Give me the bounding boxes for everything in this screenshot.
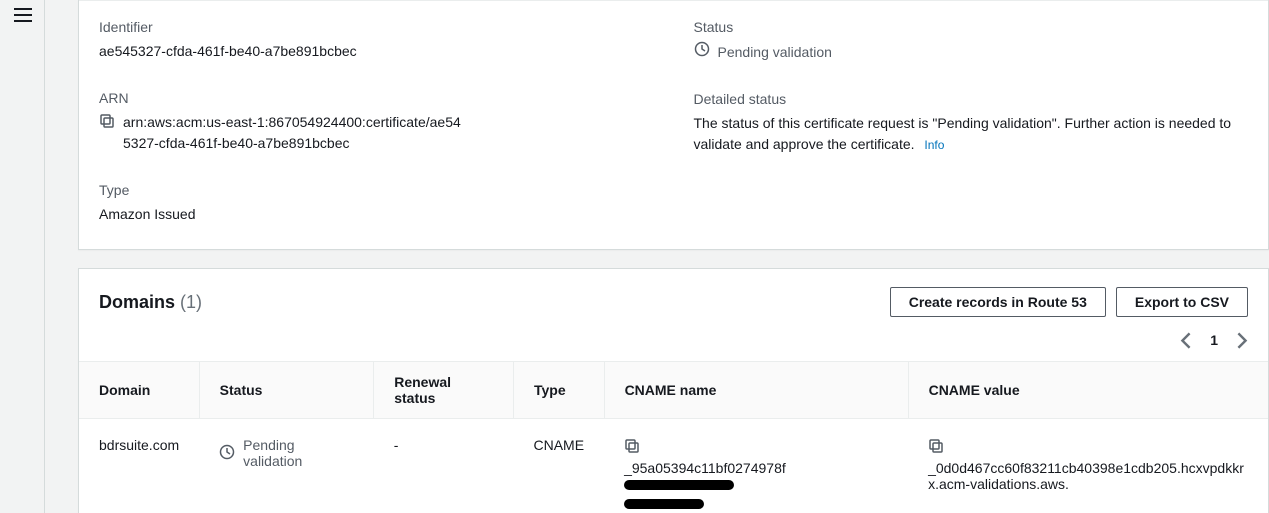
type-value: Amazon Issued bbox=[99, 204, 654, 225]
cell-status: Pending validation bbox=[199, 419, 374, 513]
cell-renewal: - bbox=[374, 419, 514, 513]
identifier-label: Identifier bbox=[99, 19, 654, 35]
menu-toggle[interactable] bbox=[14, 8, 32, 26]
col-renewal[interactable]: Renewal status bbox=[374, 362, 514, 419]
type-label: Type bbox=[99, 182, 654, 198]
table-row: bdrsuite.com Pending validation - CNAME bbox=[79, 419, 1268, 513]
clock-icon bbox=[694, 41, 710, 63]
copy-icon[interactable] bbox=[928, 438, 944, 454]
domains-table: Domain Status Renewal status Type CNAME … bbox=[79, 361, 1268, 513]
status-value: Pending validation bbox=[718, 42, 832, 63]
identifier-value: ae545327-cfda-461f-be40-a7be891bcbec bbox=[99, 41, 654, 62]
cell-type: CNAME bbox=[514, 419, 605, 513]
create-records-button[interactable]: Create records in Route 53 bbox=[890, 287, 1106, 317]
detailed-status-label: Detailed status bbox=[694, 91, 1249, 107]
domains-title: Domains (1) bbox=[99, 292, 202, 313]
sidebar-divider bbox=[44, 0, 45, 513]
copy-icon[interactable] bbox=[624, 438, 640, 454]
redacted bbox=[624, 480, 734, 490]
info-link[interactable]: Info bbox=[924, 138, 944, 152]
copy-icon[interactable] bbox=[99, 113, 115, 129]
cell-cname-name: _95a05394c11bf0274978f bbox=[604, 419, 908, 513]
col-type[interactable]: Type bbox=[514, 362, 605, 419]
export-csv-button[interactable]: Export to CSV bbox=[1116, 287, 1248, 317]
redacted bbox=[624, 499, 704, 509]
arn-label: ARN bbox=[99, 90, 654, 106]
col-domain[interactable]: Domain bbox=[79, 362, 199, 419]
page-next-icon[interactable] bbox=[1236, 331, 1248, 349]
cell-cname-value: _0d0d467cc60f83211cb40398e1cdb205.hcxvpd… bbox=[908, 419, 1268, 513]
arn-value: arn:aws:acm:us-east-1:867054924400:certi… bbox=[123, 112, 463, 154]
certificate-details-panel: Identifier ae545327-cfda-461f-be40-a7be8… bbox=[78, 0, 1269, 250]
col-status[interactable]: Status bbox=[199, 362, 374, 419]
domains-panel: Domains (1) Create records in Route 53 E… bbox=[78, 268, 1269, 513]
col-cname-value[interactable]: CNAME value bbox=[908, 362, 1268, 419]
page-number: 1 bbox=[1210, 332, 1218, 348]
status-label: Status bbox=[694, 19, 1249, 35]
page-prev-icon[interactable] bbox=[1180, 331, 1192, 349]
detailed-status-value: The status of this certificate request i… bbox=[694, 115, 1232, 152]
col-cname-name[interactable]: CNAME name bbox=[604, 362, 908, 419]
cell-domain: bdrsuite.com bbox=[79, 419, 199, 513]
clock-icon bbox=[219, 444, 235, 463]
